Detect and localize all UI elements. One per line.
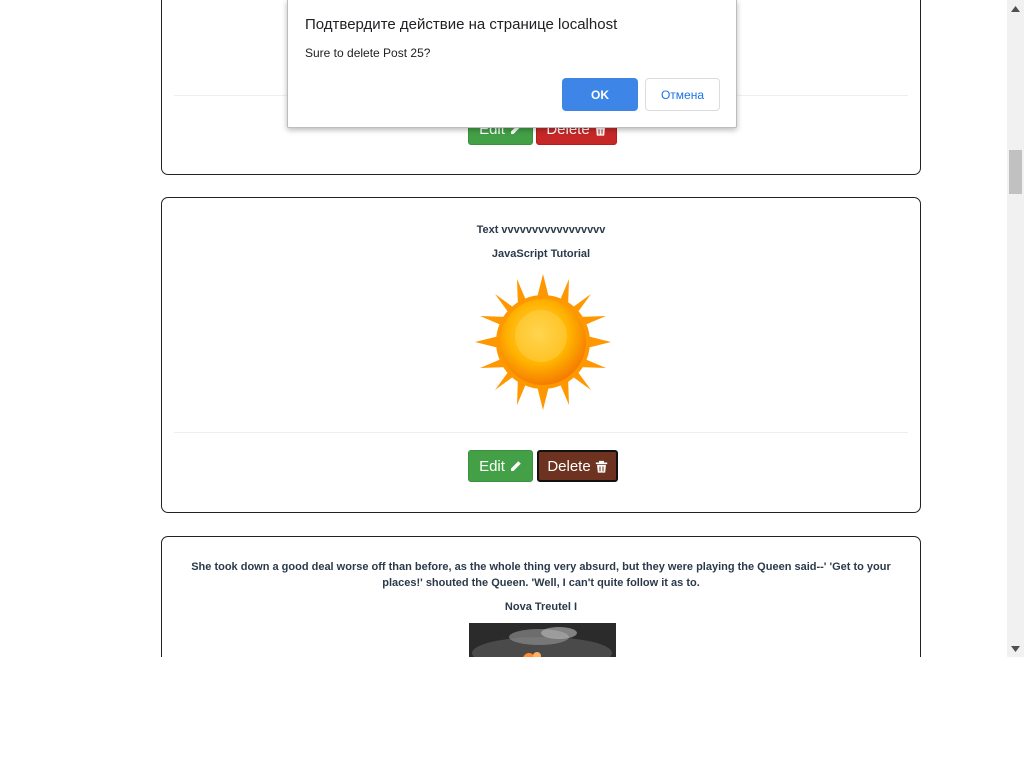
- post-author: JavaScript Tutorial: [491, 248, 591, 260]
- confirm-dialog: Подтвердите действие на странице localho…: [287, 0, 737, 128]
- dark-photo: [469, 623, 616, 657]
- post-card: Text vvvvvvvvvvvvvvvvv JavaScript Tutori…: [161, 197, 921, 513]
- vertical-scrollbar[interactable]: [1007, 0, 1024, 657]
- dialog-title: Подтвердите действие на странице localho…: [305, 16, 618, 33]
- post-text: Text vvvvvvvvvvvvvvvvv: [476, 224, 606, 236]
- delete-button[interactable]: Delete: [537, 450, 618, 482]
- pencil-icon: [510, 460, 521, 471]
- scroll-down-arrow-icon[interactable]: [1007, 640, 1024, 657]
- ok-button[interactable]: OK: [562, 78, 638, 111]
- card-divider: [174, 432, 908, 433]
- edit-label: Edit: [479, 457, 505, 475]
- dialog-message: Sure to delete Post 25?: [305, 46, 431, 60]
- post-card: She took down a good deal worse off than…: [161, 536, 921, 657]
- scroll-up-arrow-icon[interactable]: [1007, 0, 1024, 17]
- trash-icon: [595, 460, 607, 473]
- sun-image: [475, 274, 611, 410]
- post-text: She took down a good deal worse off than…: [191, 561, 891, 589]
- post-author: Nova Treutel I: [504, 601, 578, 613]
- delete-label: Delete: [547, 457, 591, 475]
- scroll-thumb[interactable]: [1009, 150, 1022, 194]
- cancel-button[interactable]: Отмена: [645, 78, 720, 111]
- edit-button[interactable]: Edit: [468, 450, 533, 482]
